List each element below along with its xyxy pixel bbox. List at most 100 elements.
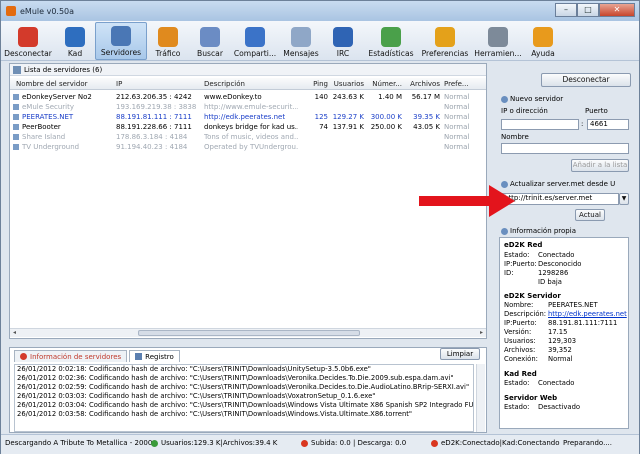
toolbar-help-button[interactable]: Ayuda — [525, 22, 561, 60]
toolbar-tools-button[interactable]: Herramien... — [471, 22, 525, 60]
server-list-title: Lista de servidores (6) — [24, 65, 103, 74]
server-ipport-value: 88.191.81.111:7111 — [548, 319, 618, 327]
shared-icon — [245, 27, 265, 47]
server-name-field[interactable] — [501, 143, 629, 154]
horizontal-scrollbar[interactable]: ◂ ▸ — [10, 328, 486, 337]
table-row[interactable]: PeerBooter 88.191.228.66 : 7111 donkeys br… — [10, 122, 486, 132]
own-info-label: Información propia — [510, 227, 576, 235]
irc-icon — [333, 27, 353, 47]
column-header[interactable]: Nombre del servidor — [16, 80, 112, 88]
tools-icon — [488, 27, 508, 47]
tab-log[interactable]: Registro — [129, 350, 180, 362]
table-cell: http://edk.peerates.net — [204, 113, 286, 121]
column-header[interactable]: Archivos — [406, 80, 440, 88]
toolbar-disconnect-button[interactable]: Desconectar — [1, 22, 55, 60]
scroll-left-icon[interactable]: ◂ — [10, 329, 19, 337]
port-label: Puerto — [585, 107, 608, 115]
own-info-title: Información propia — [501, 227, 576, 235]
table-row[interactable]: TV Underground 91.194.40.23 : 4184 Operate… — [10, 142, 486, 152]
minimize-button[interactable]: – — [555, 3, 577, 17]
ed2k-ipport-value: Desconocido — [538, 260, 582, 268]
column-header[interactable]: Ping — [302, 80, 328, 88]
new-server-icon — [501, 95, 508, 103]
table-cell: Normal — [444, 103, 470, 111]
window-title: eMule v0.50a — [20, 6, 75, 16]
table-cell: Normal — [444, 133, 470, 141]
table-cell: 129.27 K — [332, 113, 364, 121]
own-info-icon — [501, 227, 508, 235]
update-button[interactable]: Actual — [575, 209, 605, 221]
server-icon — [13, 144, 19, 150]
table-cell: 193.169.219.38 : 3838 — [116, 103, 197, 111]
toolbar-label: Kad — [67, 49, 83, 58]
toolbar-traffic-button[interactable]: Tráfico — [147, 22, 189, 60]
server-users-label: Usuarios: — [504, 337, 536, 345]
column-header[interactable]: Númer... — [368, 80, 402, 88]
server-ipport-label: IP:Puerto: — [504, 319, 537, 327]
table-cell: 39.35 K — [413, 113, 440, 121]
disconnect-button[interactable]: Desconectar — [541, 73, 631, 87]
table-row[interactable]: eMule Security 193.169.219.38 : 3838 http:… — [10, 102, 486, 112]
tab-server-info[interactable]: Información de servidores — [14, 350, 128, 362]
server-desc-link[interactable]: http://edk.peerates.net — [548, 310, 627, 318]
server-icon — [13, 94, 19, 100]
clear-button[interactable]: Limpiar — [440, 348, 480, 360]
emule-logo-icon — [6, 6, 16, 16]
help-icon — [533, 27, 553, 47]
server-list-icon — [13, 65, 21, 74]
table-cell: eDonkeyServer No2 — [22, 93, 92, 101]
toolbar-search-button[interactable]: Buscar — [189, 22, 231, 60]
statistics-icon — [381, 27, 401, 47]
update-server-met-label: Actualizar server.met desde U — [510, 180, 616, 188]
toolbar-shared-button[interactable]: Comparti... — [231, 22, 279, 60]
scroll-right-icon[interactable]: ▸ — [477, 329, 486, 337]
new-server-label: Nuevo servidor — [510, 95, 564, 103]
maximize-button[interactable]: □ — [577, 3, 599, 17]
vertical-scrollbar[interactable] — [476, 364, 485, 432]
table-row[interactable]: Share Island 178.86.3.184 : 4184 Tons of m… — [10, 132, 486, 142]
url-dropdown-icon[interactable]: ▼ — [619, 193, 629, 205]
toolbar-irc-button[interactable]: IRC — [323, 22, 363, 60]
table-cell: Normal — [444, 123, 470, 131]
status-users-segment: Usuarios:129.3 K|Archivos:39.4 K — [151, 439, 277, 447]
preferences-icon — [435, 27, 455, 47]
table-cell: PEERATES.NET — [22, 113, 74, 121]
transfer-icon — [301, 439, 308, 447]
column-header[interactable]: Descripción — [204, 80, 298, 88]
toolbar-label: Herramien... — [474, 49, 522, 58]
server-icon — [13, 134, 19, 140]
add-to-list-button[interactable]: Añadir a la lista — [571, 159, 629, 172]
kad-network-heading: Kad Red — [504, 370, 537, 378]
kad-status-label: Estado: — [504, 379, 530, 387]
table-cell: Normal — [444, 93, 470, 101]
table-cell: 56.17 M — [411, 93, 440, 101]
toolbar-messages-button[interactable]: Mensajes — [279, 22, 323, 60]
ip-address-field[interactable] — [501, 119, 579, 130]
toolbar-servers-button[interactable]: Servidores — [95, 22, 147, 60]
server-connection-value: Normal — [548, 355, 573, 363]
column-header[interactable]: IP — [116, 80, 200, 88]
new-server-group-title: Nuevo servidor — [501, 95, 563, 103]
toolbar-kad-button[interactable]: Kad — [55, 22, 95, 60]
server-users-value: 129,303 — [548, 337, 577, 345]
scroll-thumb[interactable] — [138, 330, 360, 336]
kad-status-value: Conectado — [538, 379, 575, 387]
table-row[interactable]: PEERATES.NET 88.191.81.111 : 7111 http://e… — [10, 112, 486, 122]
kad-icon — [65, 27, 85, 47]
web-status-value: Desactivado — [538, 403, 581, 411]
ed2k-server-heading: eD2K Servidor — [504, 292, 561, 300]
toolbar-preferences-button[interactable]: Preferencias — [419, 22, 471, 60]
table-cell: 43.05 K — [413, 123, 440, 131]
users-icon — [151, 439, 158, 447]
table-cell: 88.191.228.66 : 7111 — [116, 123, 192, 131]
status-network: eD2K:Conectado|Kad:Conectando — [441, 439, 560, 447]
server-icon — [13, 104, 19, 110]
toolbar-statistics-button[interactable]: Estadísticas — [363, 22, 419, 60]
column-header[interactable]: Usuarios — [332, 80, 364, 88]
server-list-columns: Nombre del servidor IP Descripción Ping Usua… — [10, 78, 486, 90]
port-field[interactable]: 4661 — [587, 119, 629, 130]
table-row[interactable]: eDonkeyServer No2 212.63.206.35 : 4242 www… — [10, 92, 486, 102]
column-header[interactable]: Prefe... — [444, 80, 484, 88]
table-cell: Normal — [444, 113, 470, 121]
close-button[interactable]: ✕ — [599, 3, 635, 17]
